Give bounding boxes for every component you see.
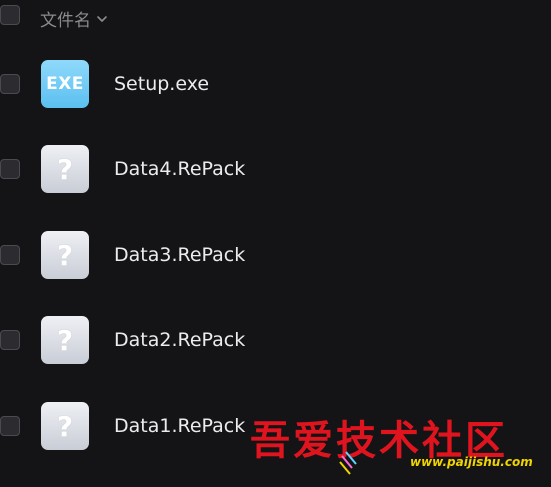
row-checkbox[interactable] (0, 159, 20, 179)
unknown-file-icon: ? (41, 145, 89, 193)
select-all-checkbox[interactable] (0, 5, 20, 25)
file-name[interactable]: Data2.RePack (114, 329, 245, 351)
file-name[interactable]: Setup.exe (114, 73, 209, 95)
unknown-file-icon: ? (41, 231, 89, 279)
column-header-label: 文件名 (40, 11, 91, 31)
sparkle-icon (339, 451, 357, 475)
row-checkbox[interactable] (0, 330, 20, 350)
exe-file-icon: EXE (41, 60, 89, 108)
file-name[interactable]: Data3.RePack (114, 244, 245, 266)
watermark-url: www.paijishu.com (410, 455, 533, 469)
file-list-panel: 文件名 EXE Setup.exe ? Data4.RePack ? Data3… (0, 0, 551, 487)
unknown-file-icon: ? (41, 316, 89, 364)
unknown-file-icon: ? (41, 402, 89, 450)
row-checkbox[interactable] (0, 245, 20, 265)
file-name[interactable]: Data1.RePack (114, 415, 245, 437)
column-header-filename[interactable]: 文件名 (40, 6, 109, 31)
row-checkbox[interactable] (0, 74, 20, 94)
chevron-down-icon (97, 15, 107, 22)
row-checkbox[interactable] (0, 416, 20, 436)
file-name[interactable]: Data4.RePack (114, 158, 245, 180)
watermark-logo: 吾爱技术社区 www.paijishu.com (250, 408, 550, 487)
